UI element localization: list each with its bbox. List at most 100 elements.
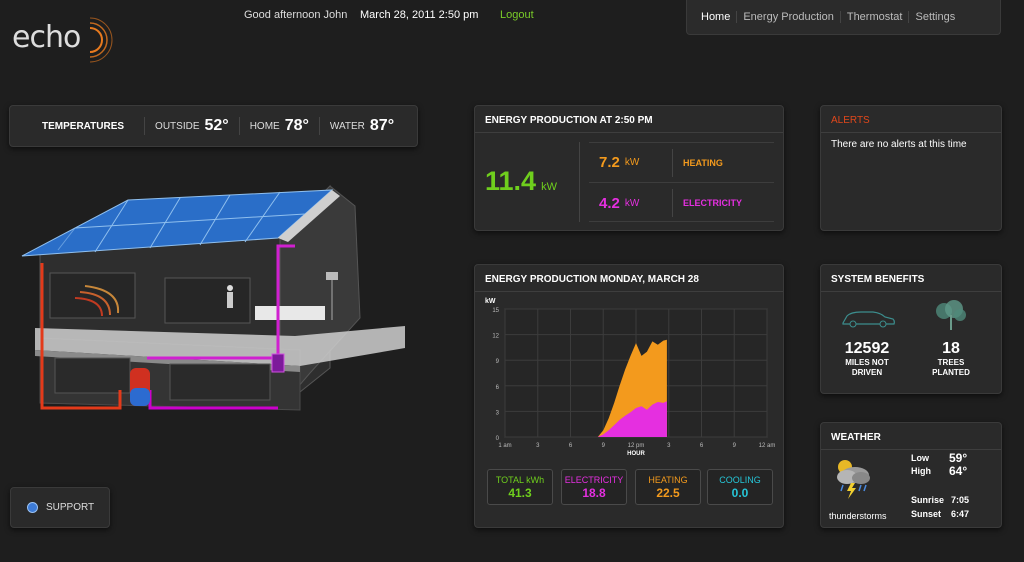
cooling-kwh-box: COOLING 0.0 (707, 469, 773, 505)
sunset-label: Sunset (911, 509, 942, 519)
heating-row: 7.2 kW HEATING (589, 143, 774, 183)
divider (238, 117, 240, 135)
total-production-value: 11.4 (485, 166, 537, 196)
x-tick-label: 6 (569, 443, 573, 449)
greeting: Good afternoon John (244, 9, 348, 21)
temperatures-title: TEMPERATURES (42, 120, 125, 132)
divider (144, 117, 146, 135)
y-tick-label: 12 (492, 334, 499, 340)
high-label: High (911, 466, 931, 476)
outside-temp: 52° (204, 117, 229, 134)
alert-message: There are no alerts at this time (831, 139, 967, 150)
electricity-value: 4.2 (599, 194, 620, 212)
energy-day-title: ENERGY PRODUCTION MONDAY, MARCH 28 (475, 265, 783, 292)
heating-unit: kW (624, 157, 640, 168)
total-production-unit: kW (541, 181, 557, 193)
outside-label: OUTSIDE (155, 120, 200, 132)
x-tick-label: 9 (733, 443, 737, 449)
tree-icon (936, 300, 966, 330)
sunrise-time: 7:05 (951, 495, 970, 505)
heating-label: HEATING (683, 157, 723, 168)
energy-production-day-panel: ENERGY PRODUCTION MONDAY, MARCH 28 15 12 9… (474, 264, 784, 528)
divider (579, 142, 580, 222)
total-production: 11.4 kW (485, 166, 557, 197)
sunrise-label: Sunrise (911, 495, 945, 505)
heating-value: 7.2 (599, 154, 620, 171)
low-label: Low (911, 453, 929, 463)
x-tick-label: 1 am (498, 443, 511, 449)
electricity-kwh-label: ELECTRICITY (564, 475, 624, 485)
miles-label-line1: MILES NOT (845, 358, 889, 367)
weather-panel: WEATHER thunderstorms Low 59° High 64° S… (820, 422, 1002, 528)
x-tick-label: 3 (667, 443, 671, 449)
x-tick-label: 12 pm (628, 443, 645, 449)
electricity-row: 4.2 kW ELECTRICITY (589, 183, 774, 223)
cooling-kwh-value: 0.0 (731, 486, 749, 500)
y-tick-label: 6 (496, 385, 500, 391)
thunderstorm-icon (837, 460, 870, 499)
logo-arcs-icon (89, 17, 113, 63)
total-kwh-value: 41.3 (508, 486, 532, 500)
y-tick-label: 3 (496, 410, 500, 416)
logo-text: echo (12, 20, 81, 55)
heating-kwh-box: HEATING 22.5 (635, 469, 701, 505)
support-icon (27, 502, 38, 513)
nav-thermostat[interactable]: Thermostat (841, 11, 910, 23)
electricity-value-cell: 4.2 kW (589, 189, 673, 217)
weather-title: WEATHER (821, 423, 1001, 450)
x-tick-label: 3 (536, 443, 540, 449)
y-axis-label: kW (485, 298, 496, 305)
miles-benefit: 12592 MILES NOT DRIVEN (827, 305, 907, 378)
support-label: SUPPORT (46, 502, 95, 513)
house-illustration (21, 184, 405, 411)
x-tick-label: 6 (700, 443, 704, 449)
trees-label-line2: PLANTED (932, 368, 970, 377)
nav-energy-production[interactable]: Energy Production (737, 11, 841, 23)
current-datetime: March 28, 2011 2:50 pm (360, 9, 479, 21)
electricity-kwh-box: ELECTRICITY 18.8 (561, 469, 627, 505)
logout-link[interactable]: Logout (500, 9, 534, 21)
production-breakdown: 7.2 kW HEATING 4.2 kW ELECTRICITY (589, 142, 774, 222)
nav-settings[interactable]: Settings (909, 11, 961, 23)
benefits-title: SYSTEM BENEFITS (821, 265, 1001, 292)
y-tick-label: 9 (496, 359, 500, 365)
trees-value: 18 (942, 340, 960, 357)
alerts-title: ALERTS (821, 106, 1001, 133)
temperatures-bar: TEMPERATURES OUTSIDE 52° HOME 78° WATER … (9, 105, 418, 147)
heating-kwh-value: 22.5 (656, 486, 680, 500)
y-tick-label: 0 (496, 436, 500, 442)
sunset-time: 6:47 (951, 509, 970, 519)
energy-now-title: ENERGY PRODUCTION AT 2:50 PM (475, 106, 783, 133)
total-kwh-box: TOTAL kWh 41.3 (487, 469, 553, 505)
home-label: HOME (249, 120, 280, 132)
total-kwh-label: TOTAL kWh (495, 475, 545, 485)
miles-label-line2: DRIVEN (851, 368, 883, 377)
heating-value-cell: 7.2 kW (589, 148, 673, 177)
electricity-unit: kW (624, 197, 640, 209)
electricity-kwh-value: 18.8 (582, 486, 606, 500)
nav-home[interactable]: Home (695, 11, 738, 23)
x-axis-label: HOUR (627, 451, 645, 457)
low-temp: 59° (949, 451, 968, 465)
home-temp: 78° (284, 117, 309, 134)
high-temp: 64° (949, 464, 968, 478)
main-nav: Home Energy Production Thermostat Settin… (686, 0, 1001, 35)
alerts-panel: ALERTS There are no alerts at this time (820, 105, 1002, 231)
miles-value: 12592 (844, 340, 890, 357)
water-temp: 87° (369, 117, 395, 134)
support-button[interactable]: SUPPORT (10, 487, 110, 528)
x-tick-label: 12 am (759, 443, 776, 449)
electricity-label: ELECTRICITY (683, 198, 743, 208)
trees-label-line1: TREES (937, 358, 965, 367)
heating-kwh-label: HEATING (648, 475, 688, 485)
weather-condition: thunderstorms (829, 511, 887, 521)
energy-production-now-panel: ENERGY PRODUCTION AT 2:50 PM 11.4 kW 7.2 k… (474, 105, 784, 231)
divider (318, 117, 320, 135)
echo-logo[interactable]: echo (12, 14, 122, 64)
car-icon (842, 311, 895, 328)
y-tick-label: 15 (492, 308, 499, 314)
system-benefits-panel: SYSTEM BENEFITS 12592 MILES NOT DRIVEN 1… (820, 264, 1002, 394)
cooling-kwh-label: COOLING (719, 475, 761, 485)
x-tick-label: 9 (602, 443, 606, 449)
energy-production-chart: 15 12 9 6 3 01 am 3 6 9 12 pm 3 6 9 12 am kW HOUR (485, 298, 776, 457)
